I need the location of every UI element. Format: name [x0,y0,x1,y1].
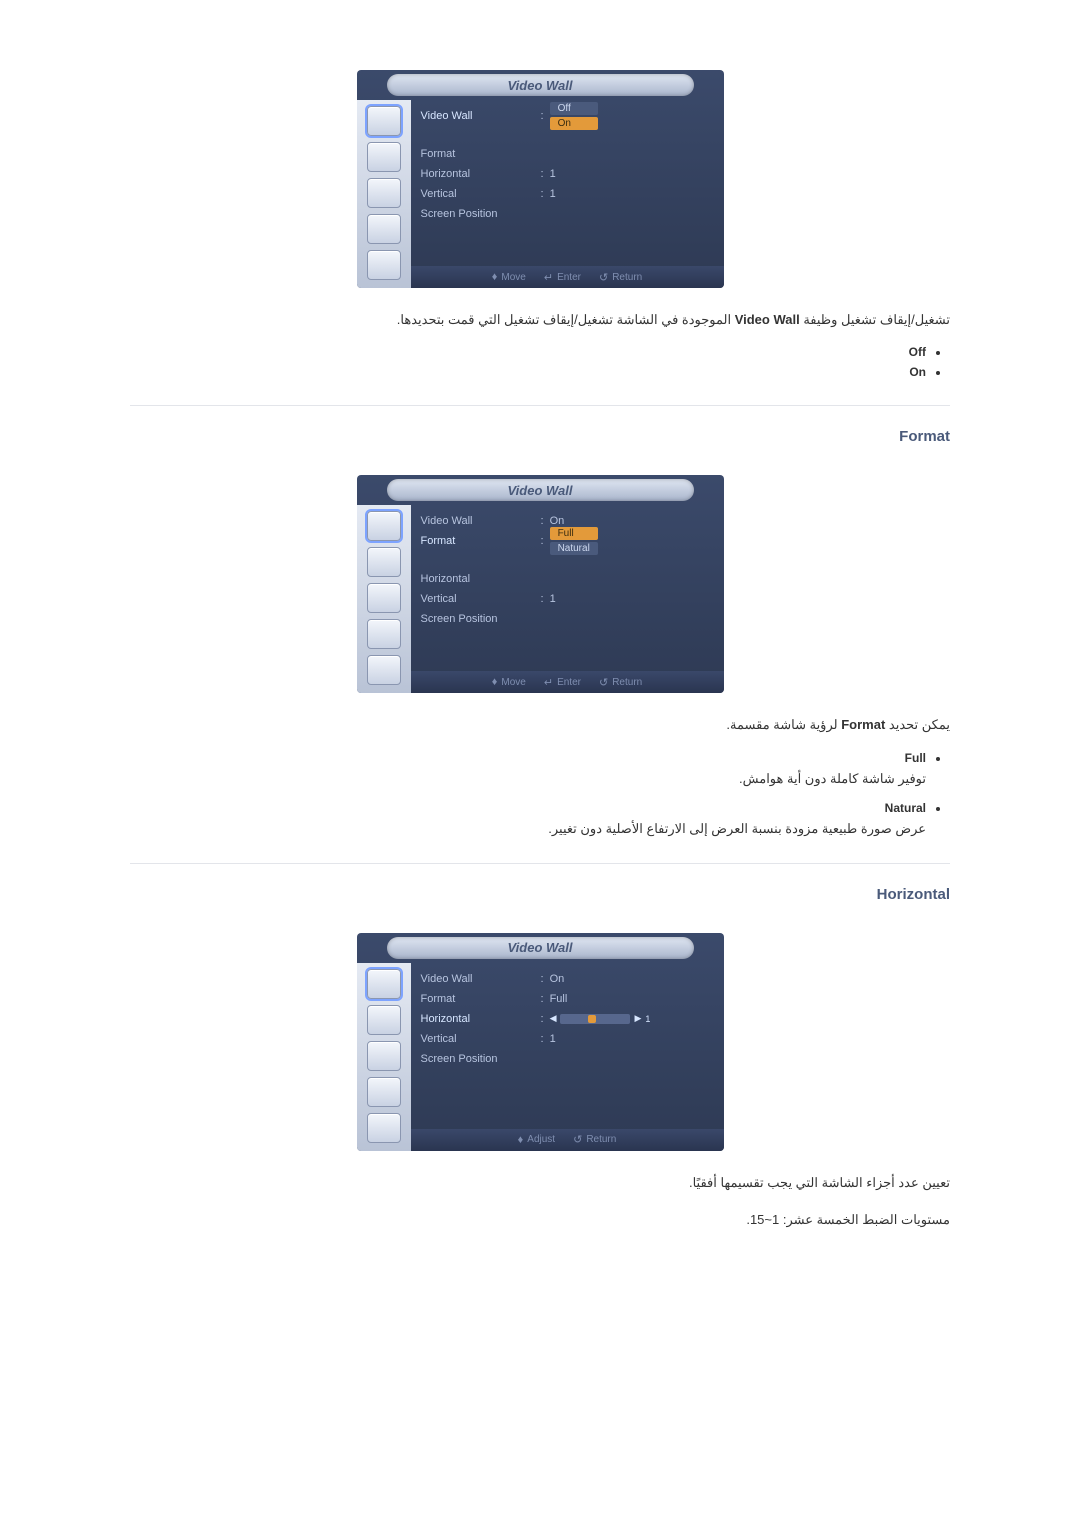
osd-horizontal-value: 1 [550,168,556,180]
osd-row-video-wall-label: Video Wall [421,973,541,985]
osd-title: Video Wall [387,479,694,501]
osd-title: Video Wall [387,937,694,959]
osd-tab-icon-1 [367,106,401,136]
osd-horizontal-slider: ◀ ▶ 1 [550,1013,651,1024]
return-icon: ↺ [573,1133,582,1146]
osd-vertical-value: 1 [550,1033,556,1045]
updown-icon: ♦ [518,1134,524,1146]
osd-row-vertical-label: Vertical [421,1033,541,1045]
osd-vertical-value: 1 [550,593,556,605]
osd-footer: ♦Move ↵Enter ↺Return [411,671,724,693]
osd-row-format-label: Format [421,993,541,1005]
updown-icon: ♦ [492,271,498,283]
arrow-right-icon: ▶ [634,1013,641,1024]
osd-hint-move: ♦Move [492,271,526,283]
osd-option-full: Full [550,527,598,540]
updown-icon: ♦ [492,676,498,688]
osd-row-format-label: Format [421,148,541,160]
osd-panel: Video Wall Video Wall : On Format : [357,475,724,693]
arrow-left-icon: ◀ [550,1013,557,1024]
osd-row-vertical-label: Vertical [421,593,541,605]
osd-footer: ♦Adjust ↺Return [411,1129,724,1151]
osd-tab-icon-3 [367,583,401,613]
osd-vertical-value: 1 [550,188,556,200]
osd-panel: Video Wall Video Wall : Off On [357,70,724,288]
options-list-video-wall: Off On [130,345,950,379]
osd-main: Video Wall : On Format : Full Horizontal… [421,969,714,1127]
osd-sidebar [357,505,411,693]
osd-tab-icon-5 [367,1113,401,1143]
enter-icon: ↵ [544,271,553,284]
osd-main: Video Wall : Off On Format Horizontal : … [421,106,714,264]
osd-tab-icon-4 [367,214,401,244]
slider-track [560,1014,630,1024]
osd-hint-adjust: ♦Adjust [518,1134,555,1146]
paragraph-format: يمكن تحديد Format لرؤية شاشة مقسمة. [130,713,950,736]
return-icon: ↺ [599,676,608,689]
option-off: Off [130,345,926,359]
osd-option-on: On [550,117,598,130]
paragraph-horizontal-2: مستويات الضبط الخمسة عشر: 1~15. [130,1208,950,1231]
osd-option-natural: Natural [550,542,598,555]
osd-footer: ♦Move ↵Enter ↺Return [411,266,724,288]
osd-tab-icon-3 [367,178,401,208]
heading-format: Format [130,405,950,445]
osd-tab-icon-5 [367,250,401,280]
option-full-desc: توفير شاشة كاملة دون أية هوامش. [130,771,926,787]
osd-horizontal-slider-value: 1 [645,1014,650,1024]
osd-tab-icon-2 [367,142,401,172]
osd-row-video-wall-label: Video Wall [421,110,541,122]
osd-hint-enter: ↵Enter [544,676,581,689]
return-icon: ↺ [599,271,608,284]
osd-option-off: Off [550,102,598,115]
osd-hint-return: ↺Return [599,271,642,284]
option-natural-desc: عرض صورة طبيعية مزودة بنسبة العرض إلى ال… [130,821,926,837]
osd-row-screen-position-label: Screen Position [421,1053,541,1065]
osd-tab-icon-4 [367,1077,401,1107]
osd-hint-enter: ↵Enter [544,271,581,284]
osd-main: Video Wall : On Format : Full Natural Ho… [421,511,714,669]
osd-format-value: Full [550,993,568,1005]
document-page: Video Wall Video Wall : Off On [0,0,1080,1527]
osd-hint-move: ♦Move [492,676,526,688]
osd-sidebar [357,963,411,1151]
option-natural: Natural عرض صورة طبيعية مزودة بنسبة العر… [130,801,926,837]
osd-tab-icon-3 [367,1041,401,1071]
osd-figure-video-wall: Video Wall Video Wall : Off On [130,70,950,288]
osd-video-wall-value: On [550,515,565,527]
osd-row-vertical-label: Vertical [421,188,541,200]
osd-video-wall-options: Off On [550,102,598,130]
osd-row-horizontal-label: Horizontal [421,573,541,585]
osd-figure-horizontal: Video Wall Video Wall : On Format : Full [130,933,950,1151]
osd-sidebar [357,100,411,288]
osd-panel: Video Wall Video Wall : On Format : Full [357,933,724,1151]
paragraph-video-wall-toggle: تشغيل/إيقاف تشغيل وظيفة Video Wall الموج… [130,308,950,331]
options-list-format: Full توفير شاشة كاملة دون أية هوامش. Nat… [130,751,950,837]
osd-row-screen-position-label: Screen Position [421,208,541,220]
osd-hint-return: ↺Return [573,1133,616,1146]
slider-thumb [588,1015,596,1023]
osd-row-horizontal-label: Horizontal [421,168,541,180]
osd-figure-format: Video Wall Video Wall : On Format : [130,475,950,693]
osd-row-horizontal-label: Horizontal [421,1013,541,1025]
osd-tab-icon-1 [367,969,401,999]
osd-format-options: Full Natural [550,527,598,555]
osd-video-wall-value: On [550,973,565,985]
osd-row-format-label: Format [421,535,541,547]
option-full: Full توفير شاشة كاملة دون أية هوامش. [130,751,926,787]
osd-tab-icon-5 [367,655,401,685]
paragraph-horizontal-1: تعيين عدد أجزاء الشاشة التي يجب تقسيمها … [130,1171,950,1194]
osd-tab-icon-2 [367,547,401,577]
osd-tab-icon-2 [367,1005,401,1035]
heading-horizontal: Horizontal [130,863,950,903]
osd-row-screen-position-label: Screen Position [421,613,541,625]
option-on: On [130,365,926,379]
osd-title: Video Wall [387,74,694,96]
osd-hint-return: ↺Return [599,676,642,689]
enter-icon: ↵ [544,676,553,689]
osd-row-video-wall-label: Video Wall [421,515,541,527]
osd-tab-icon-1 [367,511,401,541]
osd-tab-icon-4 [367,619,401,649]
